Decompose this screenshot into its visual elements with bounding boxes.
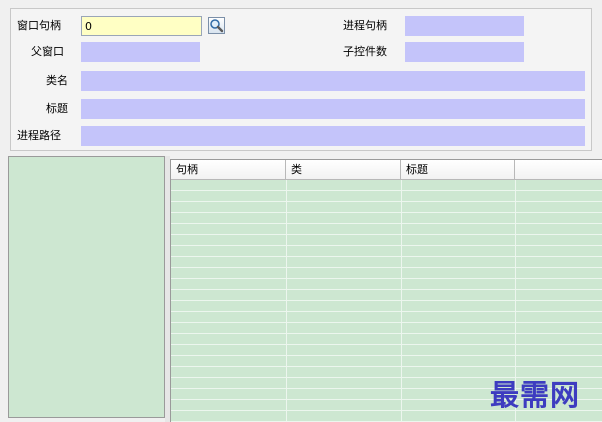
- process-path-field[interactable]: [81, 126, 585, 146]
- search-button[interactable]: [208, 17, 225, 34]
- table-row[interactable]: [171, 191, 602, 202]
- table-row[interactable]: [171, 312, 602, 323]
- table-row[interactable]: [171, 334, 602, 345]
- watermark-text: 最需网: [490, 378, 581, 412]
- class-name-label: 类名: [46, 74, 68, 87]
- table-row[interactable]: [171, 345, 602, 356]
- table-row[interactable]: [171, 224, 602, 235]
- table-row[interactable]: [171, 301, 602, 312]
- column-header-title[interactable]: 标题: [401, 160, 515, 180]
- window-handle-input[interactable]: [81, 16, 202, 36]
- window-info-panel: 窗口句柄 进程句柄 父窗口 子控件数 类名 标题 进程路径: [10, 8, 592, 151]
- window-handle-label: 窗口句柄: [17, 19, 61, 32]
- process-path-label: 进程路径: [17, 129, 61, 142]
- table-row[interactable]: [171, 246, 602, 257]
- table-row[interactable]: [171, 213, 602, 224]
- table-row[interactable]: [171, 268, 602, 279]
- column-header-handle[interactable]: 句柄: [171, 160, 286, 180]
- parent-window-label: 父窗口: [31, 45, 64, 58]
- child-control-count-label: 子控件数: [343, 45, 387, 58]
- table-row[interactable]: [171, 356, 602, 367]
- column-header-class[interactable]: 类: [286, 160, 401, 180]
- column-header-empty[interactable]: [515, 160, 602, 180]
- table-row[interactable]: [171, 279, 602, 290]
- table-row[interactable]: [171, 235, 602, 246]
- table-row[interactable]: [171, 290, 602, 301]
- child-control-count-field[interactable]: [405, 42, 524, 62]
- table-row[interactable]: [171, 202, 602, 213]
- table-row[interactable]: [171, 323, 602, 334]
- process-handle-label: 进程句柄: [343, 19, 387, 32]
- magnifier-icon: [210, 19, 224, 33]
- list-header: 句柄 类 标题: [171, 160, 602, 180]
- table-row[interactable]: [171, 180, 602, 191]
- grid-column-divider: [401, 180, 402, 422]
- title-label: 标题: [46, 102, 68, 115]
- grid-column-divider: [286, 180, 287, 422]
- class-name-field[interactable]: [81, 71, 585, 91]
- window-tree-pane[interactable]: [8, 156, 165, 418]
- parent-window-field[interactable]: [81, 42, 200, 62]
- table-row[interactable]: [171, 257, 602, 268]
- process-handle-field[interactable]: [405, 16, 524, 36]
- title-field[interactable]: [81, 99, 585, 119]
